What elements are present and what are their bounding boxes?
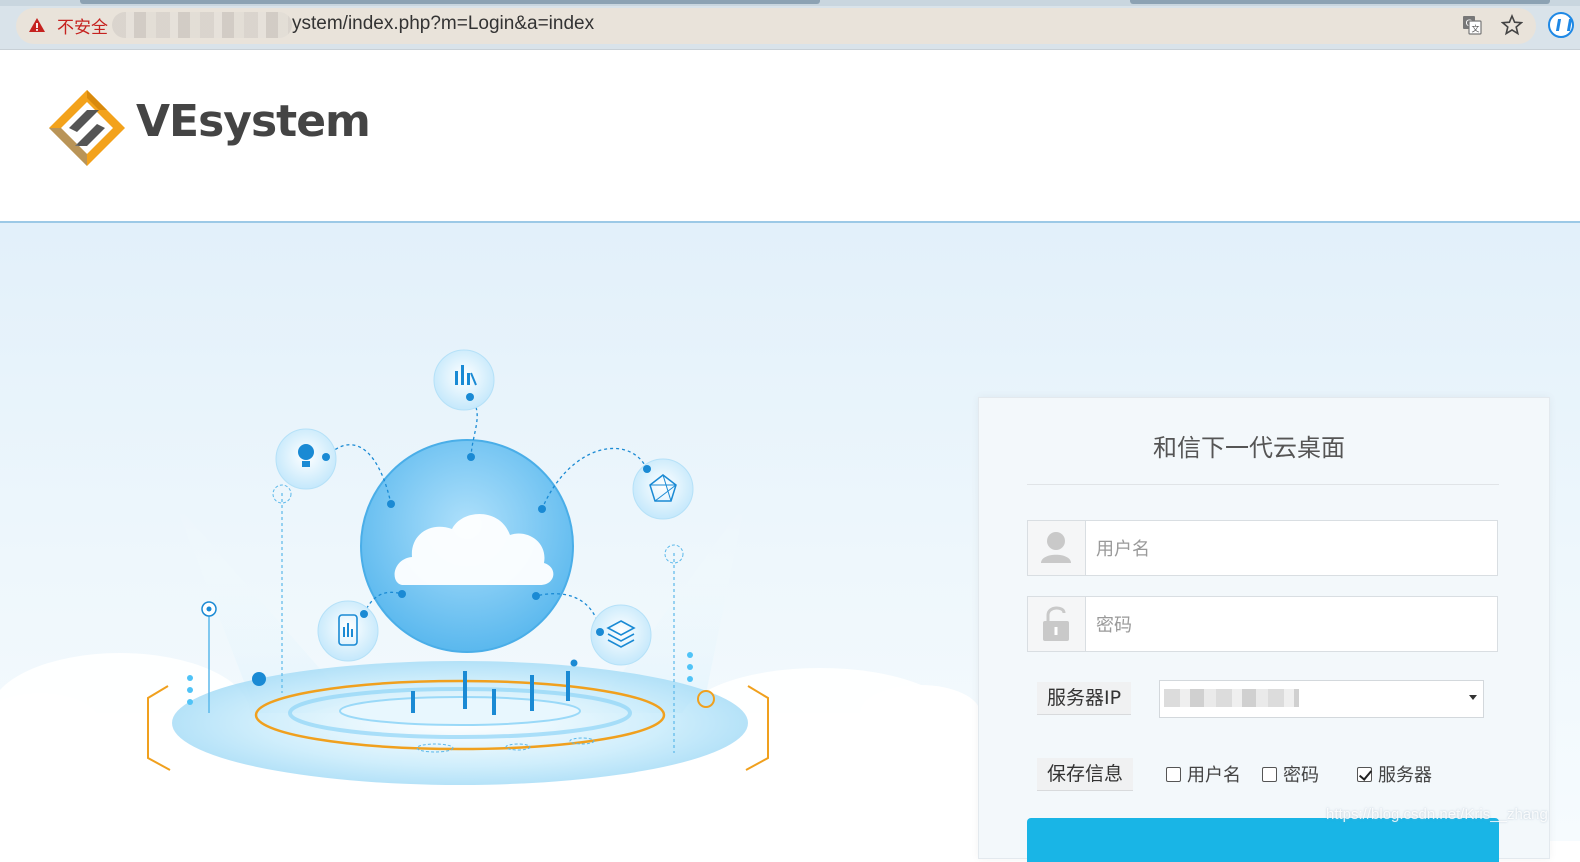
password-field[interactable]	[1027, 596, 1498, 652]
tab-strip	[0, 0, 1580, 6]
cloud-illustration	[0, 349, 980, 841]
login-title: 和信下一代云桌面	[1153, 434, 1345, 462]
username-input[interactable]	[1094, 533, 1478, 565]
watermark: https://blog.csdn.net/Kris__zhang	[1326, 806, 1548, 823]
user-icon	[1041, 532, 1071, 563]
username-addon	[1028, 521, 1086, 575]
save-password-checkbox[interactable]: 密码	[1262, 760, 1319, 788]
logo-text: VEsystem	[136, 96, 371, 147]
title-divider	[1027, 484, 1499, 485]
browser-tab[interactable]	[1130, 0, 1550, 4]
url-text[interactable]: ystem/index.php?m=Login&a=index	[292, 13, 594, 35]
server-ip-select[interactable]	[1159, 680, 1484, 718]
password-addon	[1028, 597, 1086, 651]
login-button[interactable]	[1027, 818, 1499, 862]
translate-icon[interactable]: G 文	[1462, 15, 1482, 35]
checkbox-label: 密码	[1283, 765, 1319, 786]
url-redacted	[112, 12, 292, 38]
save-username-checkbox[interactable]: 用户名	[1166, 760, 1241, 788]
checkbox-box-checked[interactable]	[1357, 766, 1372, 782]
warning-icon[interactable]	[28, 16, 46, 34]
server-ip-label: 服务器IP	[1037, 682, 1132, 715]
lock-icon	[1043, 606, 1069, 641]
checkbox-label: 用户名	[1187, 765, 1241, 786]
username-field[interactable]	[1027, 520, 1498, 576]
password-input[interactable]	[1094, 609, 1478, 641]
checkbox-box[interactable]	[1262, 766, 1277, 782]
checkbox-box[interactable]	[1166, 766, 1181, 782]
svg-text:文: 文	[1472, 24, 1480, 34]
extension-icon[interactable]	[1548, 12, 1574, 38]
browser-tab[interactable]	[80, 0, 820, 4]
browser-toolbar: 不安全 ystem/index.php?m=Login&a=index G 文	[0, 0, 1580, 50]
checkbox-label: 服务器	[1378, 765, 1432, 786]
logo-icon	[49, 90, 125, 166]
server-ip-redacted	[1164, 689, 1299, 707]
chevron-down-icon[interactable]	[1469, 695, 1477, 700]
login-panel: 和信下一代云桌面 服务器IP 保存信息 用户名 密码	[978, 397, 1550, 862]
save-info-label: 保存信息	[1037, 758, 1134, 791]
bookmark-star-icon[interactable]	[1501, 14, 1523, 36]
security-status[interactable]: 不安全	[57, 13, 108, 38]
save-server-checkbox[interactable]: 服务器	[1357, 760, 1432, 788]
